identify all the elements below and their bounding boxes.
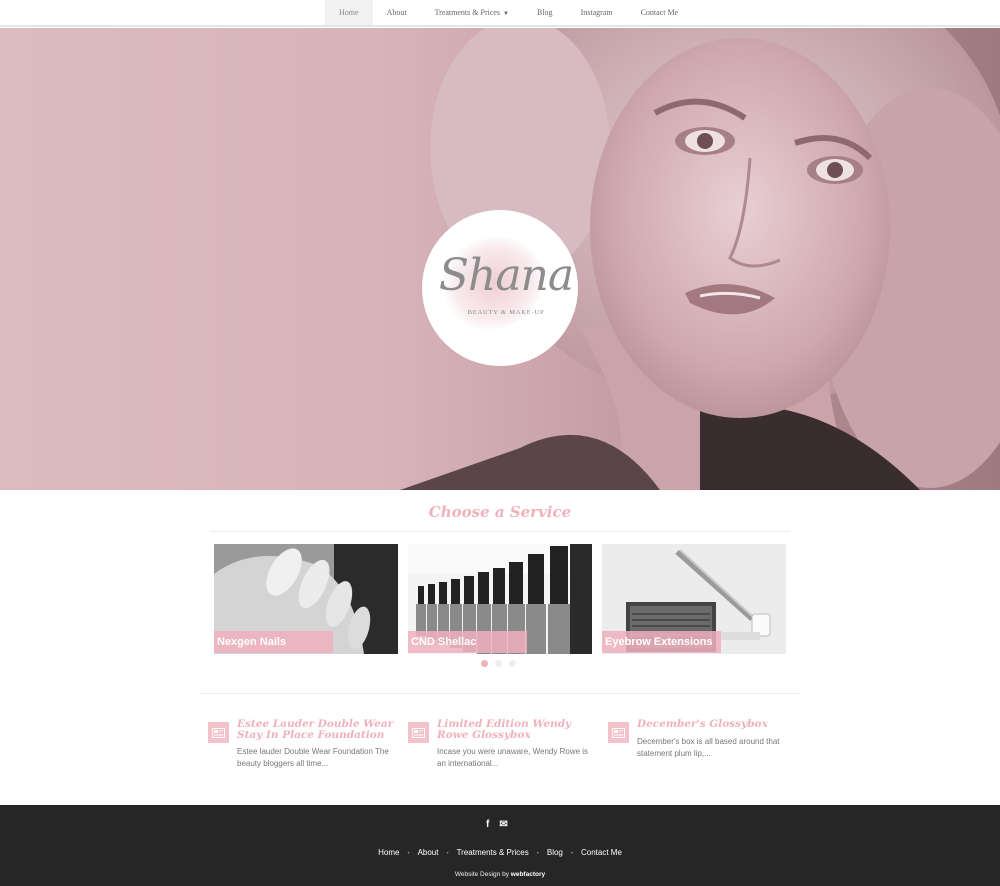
site-footer: f ✉ Home • About • Treatments & Prices • Blog •…: [0, 805, 1000, 886]
footer-credit: Website Design by webfactory: [0, 871, 1000, 878]
news-icon: [408, 722, 429, 743]
service-card-eyebrow-extensions[interactable]: Eyebrow Extensions: [602, 544, 786, 654]
blog-post-title[interactable]: Estee Lauder Double Wear Stay In Place F…: [237, 719, 397, 741]
facebook-icon[interactable]: f: [486, 819, 489, 830]
footer-separator: •: [536, 851, 539, 857]
service-card-label: Nexgen Nails: [214, 631, 333, 653]
footer-separator: •: [570, 851, 573, 857]
blog-post-excerpt: Estee lauder Double Wear Foundation The …: [237, 747, 389, 768]
blog-post-title[interactable]: December's Glossybox: [637, 719, 797, 730]
footer-separator: •: [407, 851, 410, 857]
logo-tagline: BEAUTY & MAKE-UP: [467, 309, 545, 316]
news-icon: [208, 722, 229, 743]
footer-link-home[interactable]: Home: [378, 848, 399, 857]
nav-item-home[interactable]: Home: [325, 0, 373, 25]
divider: [210, 531, 790, 532]
nav-item-contact[interactable]: Contact Me: [627, 0, 693, 25]
logo-wordmark: Shana: [438, 250, 574, 301]
footer-link-about[interactable]: About: [418, 848, 439, 857]
footer-link-contact[interactable]: Contact Me: [581, 848, 622, 857]
carousel-dot-2[interactable]: [495, 660, 502, 667]
blog-post-excerpt: December's box is all based around that …: [637, 737, 780, 758]
footer-separator: •: [446, 851, 449, 857]
webfactory-link[interactable]: webfactory: [511, 871, 545, 878]
service-card-cnd-shellac[interactable]: CND Shellac: [408, 544, 592, 654]
email-icon[interactable]: ✉: [499, 819, 507, 830]
nav-item-treatments[interactable]: Treatments & Prices ▼: [421, 0, 523, 25]
service-card-label: Eyebrow Extensions: [602, 631, 721, 653]
top-navigation: Home About Treatments & Prices ▼ Blog Ins…: [0, 0, 1000, 27]
social-links: f ✉: [486, 819, 508, 830]
footer-credit-prefix: Website Design by: [454, 871, 509, 878]
service-card-nexgen-nails[interactable]: Nexgen Nails: [214, 544, 398, 654]
services-heading: Choose a Service: [428, 503, 572, 521]
news-icon: [608, 722, 629, 743]
nav-item-about[interactable]: About: [373, 0, 421, 25]
blog-post-excerpt: Incase you were unaware, Wendy Rowe is a…: [437, 747, 589, 768]
nav-menu: Home About Treatments & Prices ▼ Blog Ins…: [325, 0, 692, 25]
service-card-label: CND Shellac: [408, 631, 527, 653]
nav-item-blog[interactable]: Blog: [523, 0, 567, 25]
footer-navigation: Home • About • Treatments & Prices • Blog • Cont…: [0, 848, 1000, 857]
nav-item-treatments-label: Treatments & Prices: [434, 8, 501, 17]
footer-link-treatments[interactable]: Treatments & Prices: [457, 848, 529, 857]
hero-banner: Shana BEAUTY & MAKE-UP: [0, 28, 1000, 490]
carousel-pagination: [481, 660, 516, 667]
nav-item-instagram[interactable]: Instagram: [567, 0, 627, 25]
footer-link-blog[interactable]: Blog: [547, 848, 563, 857]
carousel-dot-1[interactable]: [481, 660, 488, 667]
divider: [200, 693, 800, 694]
carousel-dot-3[interactable]: [509, 660, 516, 667]
chevron-down-icon: ▼: [503, 11, 509, 17]
blog-post-title[interactable]: Limited Edition Wendy Rowe Glossybox: [437, 719, 597, 741]
